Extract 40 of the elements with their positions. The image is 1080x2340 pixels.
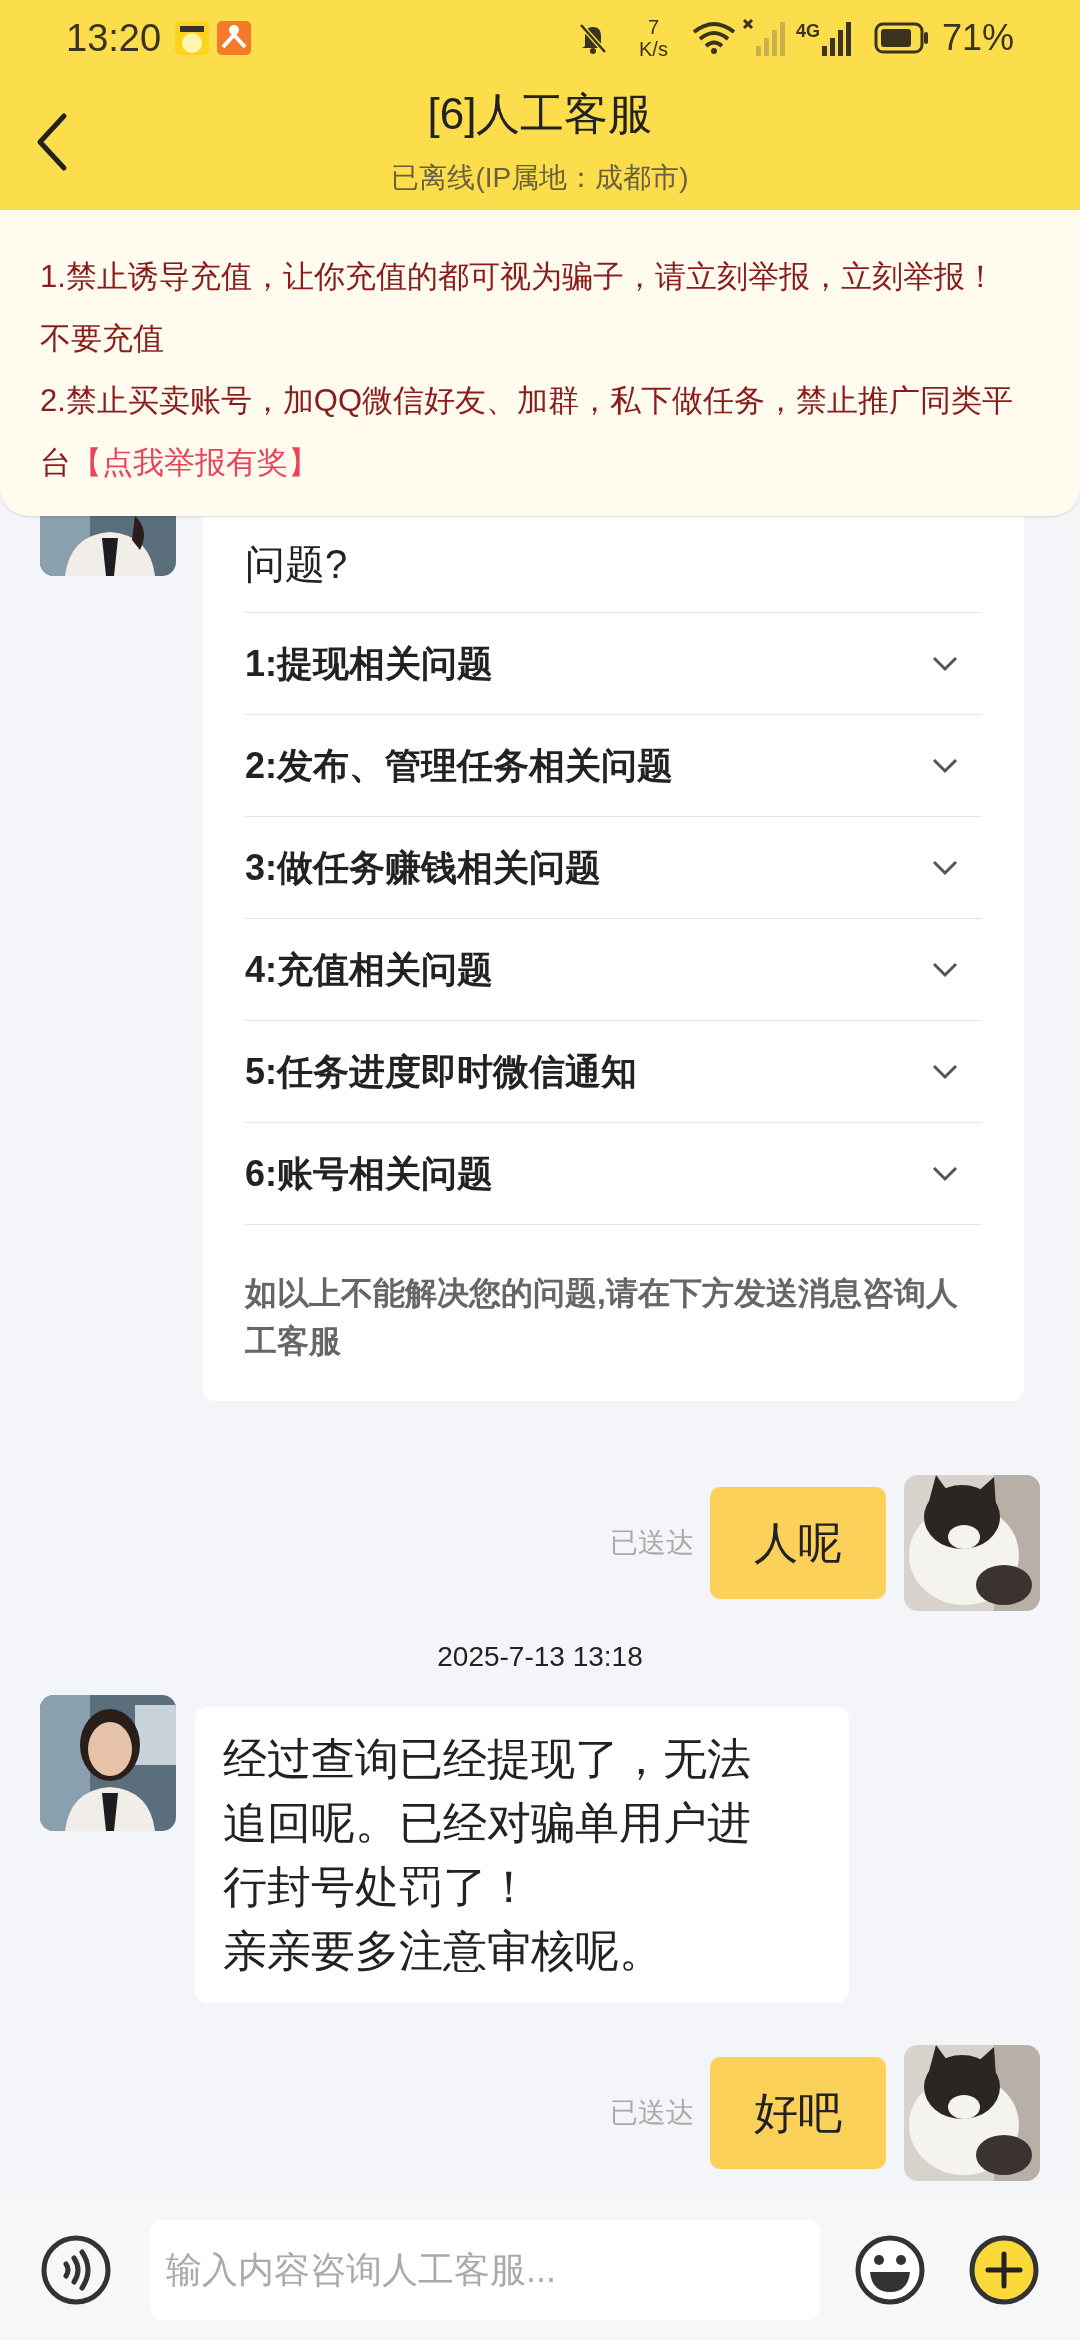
chevron-icon (932, 757, 958, 774)
faq-item[interactable]: 2:发布、管理任务相关问题 (245, 714, 982, 816)
chevron-icon (932, 1165, 958, 1182)
chevron-icon (932, 1063, 958, 1080)
app-icon (217, 21, 252, 55)
battery-icon (873, 22, 930, 54)
faq-item[interactable]: 3:做任务赚钱相关问题 (245, 816, 982, 918)
wifi-icon (691, 20, 736, 56)
add-button[interactable] (968, 2234, 1040, 2306)
net-speed-unit: K/s (639, 38, 668, 60)
delivery-status: 已送达 (610, 1526, 694, 1560)
app-icon (175, 21, 210, 55)
signal-icon (741, 18, 786, 58)
chat-title: [6]人工客服 (427, 88, 653, 140)
help-text: 如以上不能解决您的问题,请在下方发送消息咨询人工客服 (245, 1224, 982, 1365)
notice-text: 2.禁止买卖账号，加QQ微信好友、加群，私下做任务，禁止推广同类平台【点我举报有奖】 (40, 382, 1015, 482)
net-speed-value: 7 (647, 16, 660, 38)
chevron-icon (932, 655, 958, 672)
voice-button[interactable] (40, 2234, 112, 2306)
status-time: 13:20 (66, 15, 162, 61)
emoji-button[interactable] (854, 2234, 926, 2306)
notice-text: 1.禁止诱导充值，让你充值的都可视为骗子，请立刻举报，立刻举报！不要充值 (40, 258, 997, 358)
faq-item[interactable]: 5:任务进度即时微信通知 (245, 1020, 982, 1122)
network-type: 4G (795, 20, 820, 43)
chevron-icon (932, 961, 958, 978)
faq-item[interactable]: 6:账号相关问题 (245, 1122, 982, 1224)
chat-subtitle: 已离线(IP属地：成都市) (391, 161, 689, 195)
faq-item[interactable]: 1:提现相关问题 (245, 612, 982, 714)
message-input[interactable]: 输入内容咨询人工客服... (150, 2220, 820, 2320)
message-text: 经过查询已经提现了，无法追回呢。已经对骗单用户进行封号处罚了！ (223, 1733, 752, 1913)
message-text: 问题? (245, 541, 349, 588)
delivery-status: 已送达 (610, 2096, 694, 2130)
timestamp: 2025-7-13 13:18 (437, 1640, 643, 1674)
message-text: 亲亲要多注意审核呢。 (223, 1925, 664, 1977)
message-bubble: 人呢 (710, 1487, 886, 1599)
message-bubble: 好吧 (710, 2057, 886, 2169)
chevron-icon (932, 859, 958, 876)
report-link[interactable]: 【点我举报有奖】 (71, 445, 319, 480)
battery-level: 71% (941, 16, 1014, 60)
faq-item[interactable]: 4:充值相关问题 (245, 918, 982, 1020)
